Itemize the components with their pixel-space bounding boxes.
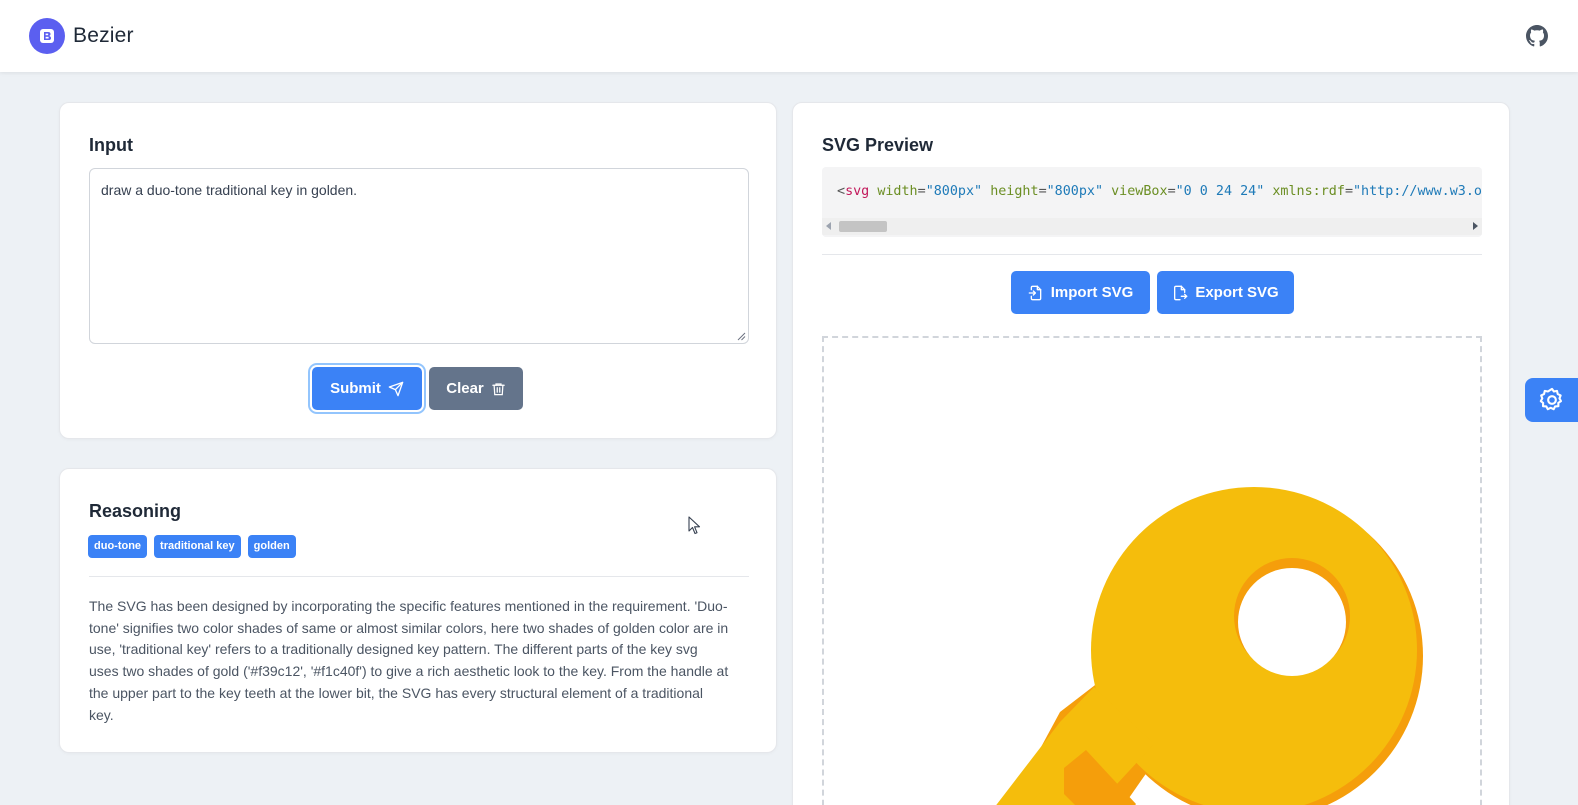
horizontal-scrollbar[interactable] (822, 218, 1482, 235)
trash-icon (492, 382, 505, 395)
input-card: Input draw a duo-tone traditional key in… (59, 102, 777, 439)
app-header: Bezier (0, 0, 1578, 72)
tag: golden (247, 535, 296, 558)
scroll-left-icon[interactable] (826, 222, 831, 230)
resize-grip-icon[interactable] (736, 331, 746, 341)
brand[interactable]: Bezier (29, 18, 134, 54)
import-label: Import SVG (1050, 284, 1134, 301)
key-preview-image (996, 487, 1423, 805)
svg-code-view[interactable]: <svg width="800px" height="800px" viewBo… (822, 167, 1482, 237)
tag: duo-tone (88, 535, 148, 558)
send-icon (388, 381, 404, 396)
reasoning-line: uses two shades of gold ('#f39c12', '#f1… (89, 663, 729, 680)
export-svg-button[interactable]: Export SVG (1157, 271, 1294, 314)
clear-button[interactable]: Clear (429, 367, 523, 410)
reasoning-line: use, 'traditional key' refers to a tradi… (89, 641, 698, 658)
scroll-right-icon[interactable] (1473, 222, 1478, 230)
export-label: Export SVG (1195, 284, 1279, 301)
svg-code-line: <svg width="800px" height="800px" viewBo… (837, 184, 1482, 199)
app-name: Bezier (73, 24, 134, 47)
submit-label: Submit (330, 380, 381, 397)
settings-button[interactable] (1525, 378, 1578, 422)
reasoning-line: key. (89, 706, 114, 723)
divider (89, 576, 749, 577)
preview-title: SVG Preview (822, 135, 934, 155)
reasoning-line: the upper part to the key teeth at the l… (89, 684, 704, 701)
svg-preview-card: SVG Preview <svg width="800px" height="8… (792, 102, 1510, 805)
import-svg-button[interactable]: Import SVG (1011, 271, 1150, 314)
file-export-icon (1174, 285, 1188, 300)
tag-list: duo-tone traditional key golden (88, 535, 296, 558)
reasoning-card: Reasoning duo-tone traditional key golde… (59, 468, 777, 753)
reasoning-line: tone' signifies two color shades of same… (89, 619, 729, 636)
input-title: Input (89, 135, 133, 155)
submit-button[interactable]: Submit (312, 367, 422, 410)
divider (822, 254, 1482, 255)
reasoning-line: The SVG has been designed by incorporati… (89, 598, 728, 614)
svg-canvas (822, 336, 1482, 805)
mouse-cursor-icon (688, 516, 701, 535)
tag: traditional key (154, 535, 241, 558)
scrollbar-thumb[interactable] (839, 221, 887, 232)
bezier-logo-icon (29, 18, 65, 54)
prompt-input[interactable]: draw a duo-tone traditional key in golde… (89, 168, 749, 344)
github-icon[interactable] (1524, 23, 1550, 49)
clear-label: Clear (446, 380, 484, 397)
reasoning-title: Reasoning (89, 501, 182, 521)
reasoning-text: The SVG has been designed by incorporati… (89, 596, 753, 726)
file-import-icon (1028, 285, 1042, 300)
gear-icon (1539, 387, 1562, 411)
